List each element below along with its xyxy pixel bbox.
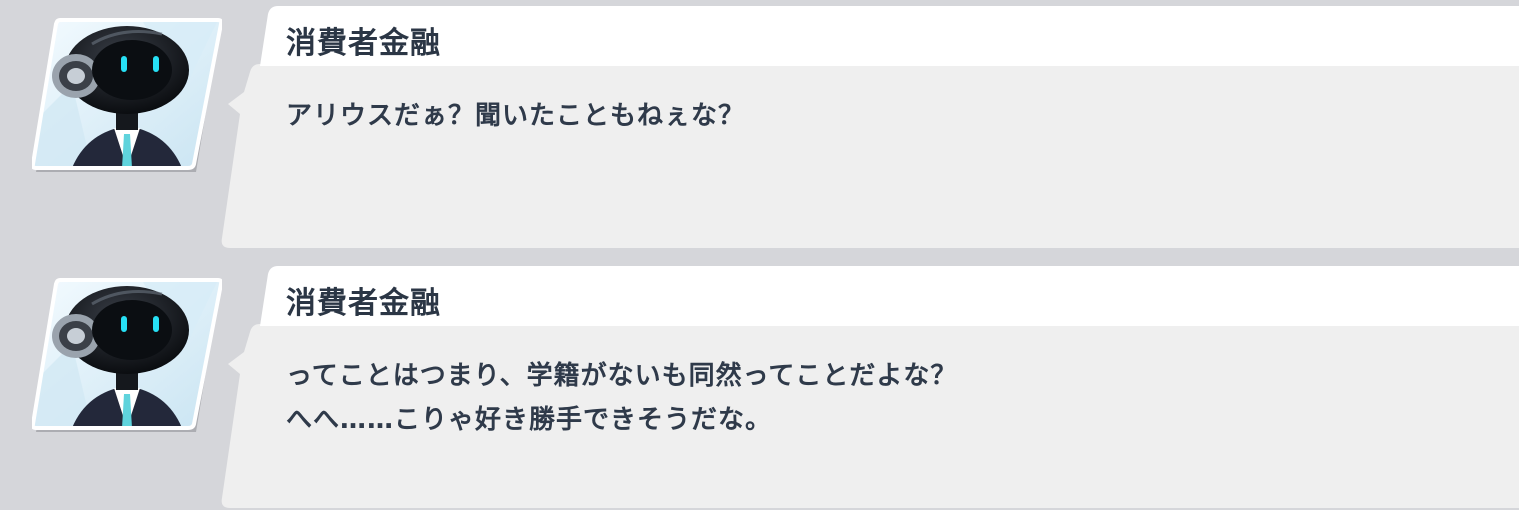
dialogue-line: ってことはつまり、学籍がないも同然ってことだよな？	[286, 361, 958, 391]
robot-businessman-avatar-icon	[32, 14, 222, 172]
dialogue-log-entry: 消費者金融 ってことはつまり、学籍がないも同然ってことだよな？ へへ……こりゃ好…	[0, 260, 1519, 510]
dialogue-line: アリウスだぁ？聞いたこともねぇな？	[286, 101, 746, 131]
dialogue-text: アリウスだぁ？聞いたこともねぇな？	[286, 94, 745, 138]
speaker-name: 消費者金融	[286, 286, 441, 321]
dialogue-text: ってことはつまり、学籍がないも同然ってことだよな？ へへ……こりゃ好き勝手できそ…	[286, 354, 957, 442]
robot-businessman-avatar-icon	[32, 274, 222, 432]
dialogue-card: 消費者金融 ってことはつまり、学籍がないも同然ってことだよな？ へへ……こりゃ好…	[220, 264, 1519, 508]
dialogue-log-entry: 消費者金融 アリウスだぁ？聞いたこともねぇな？	[0, 0, 1519, 250]
speaker-name: 消費者金融	[286, 26, 441, 61]
dialogue-line: へへ……こりゃ好き勝手できそうだな。	[286, 405, 773, 435]
dialogue-card: 消費者金融 アリウスだぁ？聞いたこともねぇな？	[220, 4, 1519, 248]
